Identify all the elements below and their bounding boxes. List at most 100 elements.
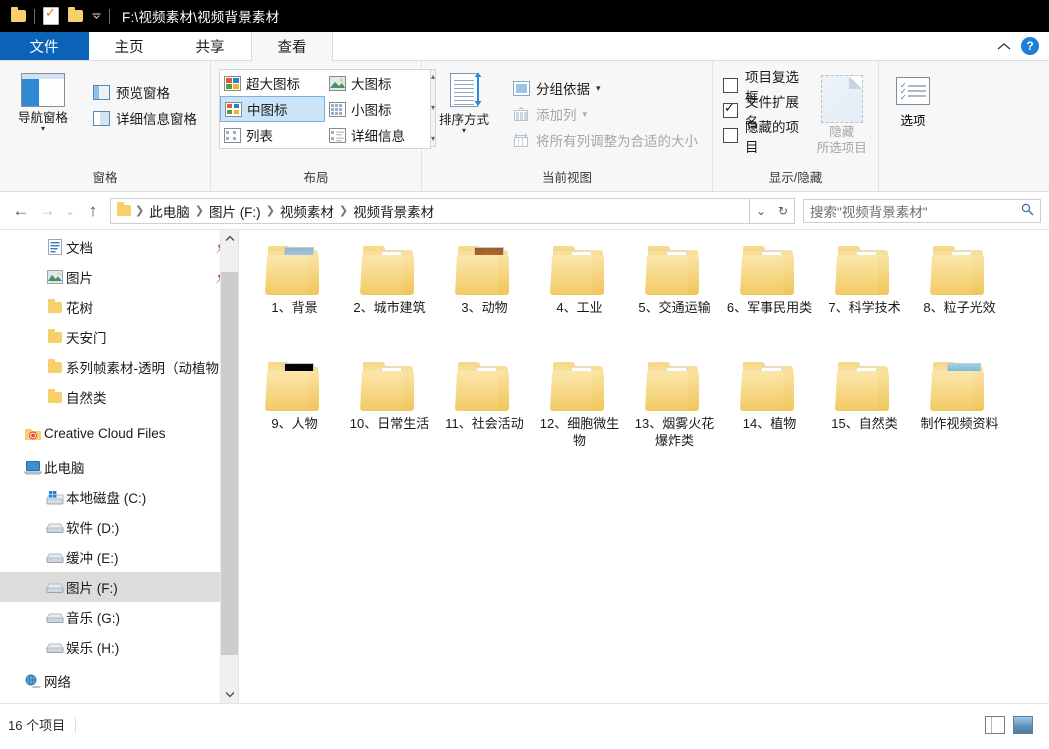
file-item[interactable]: 制作视频资料 (912, 358, 1007, 474)
file-item[interactable]: 3、动物 (437, 242, 532, 358)
file-item[interactable]: 12、细胞微生物 (532, 358, 627, 474)
hide-selected-items-button[interactable]: 隐藏 所选项目 (806, 69, 879, 155)
options-label: 选项 (900, 114, 926, 128)
sidebar-item-tiananmen[interactable]: 天安门 (0, 322, 238, 352)
sidebar-scroll-up-icon[interactable] (221, 230, 238, 247)
sort-by-button[interactable]: 排序方式 ▾ (422, 69, 506, 135)
breadcrumb-sep-3[interactable]: ❯ (337, 204, 350, 217)
file-item[interactable]: 13、烟雾火花爆炸类 (627, 358, 722, 474)
recent-locations-button[interactable]: ⌄ (60, 198, 80, 224)
sidebar-scroll-down-icon[interactable] (221, 686, 238, 703)
file-item[interactable]: 11、社会活动 (437, 358, 532, 474)
search-icon[interactable] (1021, 203, 1034, 219)
sidebar-item-network[interactable]: 网络 (0, 666, 238, 696)
breadcrumb-sep-2[interactable]: ❯ (264, 204, 277, 217)
file-item[interactable]: 14、植物 (722, 358, 817, 474)
sidebar-item-label: 图片 (66, 271, 93, 286)
sidebar-item-drive-f[interactable]: 图片 (F:) (0, 572, 238, 602)
sidebar-item-pictures[interactable]: 图片 📌 (0, 262, 238, 292)
file-extensions-checkbox[interactable] (723, 100, 738, 118)
sidebar-item-this-pc[interactable]: 此电脑 (0, 452, 238, 482)
sidebar-item-drive-e[interactable]: 缓冲 (E:) (0, 542, 238, 572)
sidebar-item-sequence-frames[interactable]: 系列帧素材-透明（动植物） (0, 352, 238, 382)
address-folder-icon (117, 202, 131, 216)
file-item[interactable]: 7、科学技术 (817, 242, 912, 358)
new-folder-icon[interactable] (63, 4, 87, 28)
breadcrumb-video-material[interactable]: 视频素材 (277, 201, 337, 221)
add-columns-button[interactable]: 添加列 ▾ (506, 101, 704, 127)
breadcrumb-sep-1[interactable]: ❯ (193, 204, 206, 217)
toolbar-divider-2 (109, 8, 110, 24)
tab-file[interactable]: 文件 (0, 32, 89, 60)
file-item[interactable]: 10、日常生活 (342, 358, 437, 474)
view-extra-large-icons[interactable]: 超大图标 (220, 70, 325, 96)
file-list-view[interactable]: 1、背景 2、城市建筑 3、动物 4、工业 5、交通运输 6、军事民用类 7、科… (239, 230, 1049, 703)
sidebar-item-label: 此电脑 (44, 461, 85, 476)
details-pane-button[interactable]: 详细信息窗格 (86, 105, 203, 131)
refresh-icon[interactable]: ↻ (772, 204, 794, 218)
details-view-button[interactable] (985, 715, 1005, 734)
help-icon[interactable]: ? (1021, 37, 1039, 55)
address-bar-row: ← → ⌄ ↑ ❯ 此电脑 ❯ 图片 (F:) ❯ 视频素材 ❯ 视频背景素材 … (0, 192, 1049, 229)
file-item[interactable]: 15、自然类 (817, 358, 912, 474)
navigation-pane-caret-icon[interactable]: ▾ (41, 125, 45, 133)
breadcrumb-this-pc[interactable]: 此电脑 (146, 201, 193, 221)
view-medium-icons[interactable]: 中图标 (220, 96, 325, 122)
view-small-icons[interactable]: 小图标 (325, 96, 430, 122)
view-list[interactable]: 列表 (220, 122, 325, 148)
forward-button[interactable]: → (34, 198, 60, 224)
tab-share[interactable]: 共享 (170, 32, 251, 60)
tab-home[interactable]: 主页 (89, 32, 170, 60)
large-icons-view-button[interactable] (1013, 715, 1033, 734)
sidebar-scroll-thumb[interactable] (221, 272, 238, 655)
item-checkboxes-checkbox[interactable] (723, 78, 738, 93)
folder-icon-with-thumbnail (264, 362, 326, 412)
add-columns-caret-icon[interactable]: ▾ (583, 109, 588, 120)
sidebar-item-nature[interactable]: 自然类 (0, 382, 238, 412)
sidebar-item-drive-d[interactable]: 软件 (D:) (0, 512, 238, 542)
back-button[interactable]: ← (8, 198, 34, 224)
file-item[interactable]: 4、工业 (532, 242, 627, 358)
search-box[interactable]: 搜索"视频背景素材" (803, 198, 1041, 223)
hidden-items-checkbox[interactable] (723, 128, 738, 143)
sidebar-item-creative-cloud-files[interactable]: Creative Cloud Files (0, 418, 238, 448)
collapse-ribbon-icon[interactable] (997, 39, 1011, 54)
view-details[interactable]: 详细信息 (325, 122, 430, 148)
hidden-items-option[interactable]: 隐藏的项目 (713, 120, 806, 155)
file-item[interactable]: 9、人物 (247, 358, 342, 474)
file-item[interactable]: 6、军事民用类 (722, 242, 817, 358)
sidebar-item-drive-g[interactable]: 音乐 (G:) (0, 602, 238, 632)
file-item[interactable]: 1、背景 (247, 242, 342, 358)
customize-quick-access-caret-icon[interactable] (87, 5, 105, 27)
up-button[interactable]: ↑ (80, 198, 106, 224)
sidebar-item-documents[interactable]: 文档 📌 (0, 232, 238, 262)
breadcrumb-drive-f[interactable]: 图片 (F:) (206, 201, 264, 221)
sidebar-item-local-disk-c[interactable]: 本地磁盘 (C:) (0, 482, 238, 512)
search-input[interactable]: 搜索"视频背景素材" (810, 201, 1021, 221)
folder-icon-with-thumbnail (454, 246, 516, 296)
sidebar-scrollbar[interactable] (220, 230, 238, 703)
sidebar-item-huashu[interactable]: 花树 (0, 292, 238, 322)
view-large-icons[interactable]: 大图标 (325, 70, 430, 96)
file-item[interactable]: 5、交通运输 (627, 242, 722, 358)
tab-view[interactable]: 查看 (251, 32, 333, 61)
options-button[interactable]: ✓ ✓ ✓ 选项 (879, 69, 947, 129)
preview-pane-button[interactable]: 预览窗格 (86, 79, 203, 105)
breadcrumb-current[interactable]: 视频背景素材 (350, 201, 437, 221)
properties-icon[interactable] (39, 4, 63, 28)
size-all-columns-button[interactable]: 将所有列调整为合适的大小 (506, 127, 704, 153)
file-name: 3、动物 (461, 300, 508, 315)
folder-icon[interactable] (6, 4, 30, 28)
sidebar-item-drive-h[interactable]: 娱乐 (H:) (0, 632, 238, 662)
address-dropdown-icon[interactable]: ⌄ (750, 204, 772, 218)
file-item[interactable]: 8、粒子光效 (912, 242, 1007, 358)
group-by-caret-icon[interactable]: ▾ (596, 83, 601, 94)
sort-by-icon (443, 72, 485, 109)
file-name: 12、细胞微生物 (539, 416, 620, 448)
sort-by-caret-icon[interactable]: ▾ (462, 127, 466, 135)
navigation-pane-button[interactable]: 导航窗格 ▾ (0, 69, 86, 133)
group-by-button[interactable]: 分组依据 ▾ (506, 75, 704, 101)
file-item[interactable]: 2、城市建筑 (342, 242, 437, 358)
ribbon-group-label-layout: 布局 (303, 171, 329, 185)
address-breadcrumb-bar[interactable]: ❯ 此电脑 ❯ 图片 (F:) ❯ 视频素材 ❯ 视频背景素材 (110, 197, 750, 224)
